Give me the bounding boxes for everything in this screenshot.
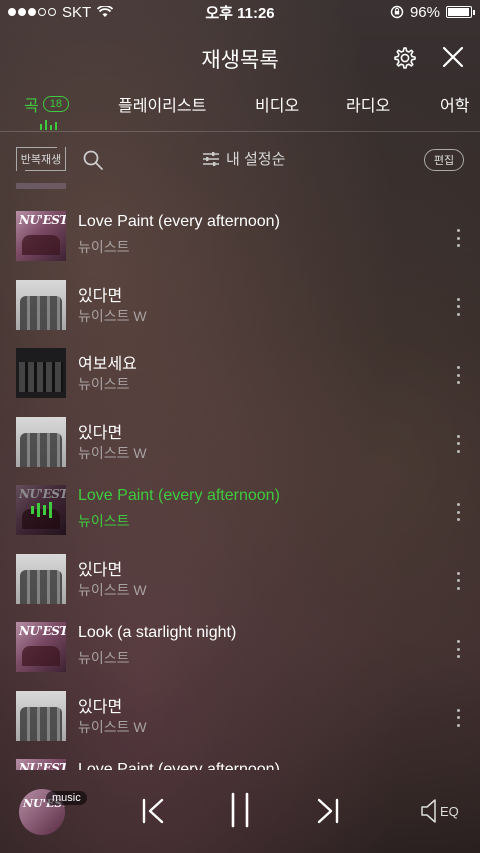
list-toolbar: 반복재생 내 설정순 편집 — [0, 143, 480, 177]
more-options-icon[interactable] — [455, 708, 461, 727]
song-count-badge: 18 — [42, 96, 69, 112]
sort-button[interactable]: 내 설정순 — [202, 148, 285, 169]
previous-track-icon[interactable] — [140, 797, 168, 825]
album-art-figure — [22, 235, 60, 255]
album-art-figure — [20, 295, 62, 330]
now-playing-indicator-icon — [40, 120, 57, 130]
song-artist: 뉴이스트 — [78, 376, 130, 392]
battery-percent: 96% — [409, 3, 440, 21]
category-tabs: 곡 18 플레이리스트 비디오 라디오 어학 — [0, 88, 480, 132]
speaker-icon — [421, 799, 436, 823]
more-options-icon[interactable] — [455, 434, 461, 453]
list-item[interactable]: 있다면뉴이스트 W — [0, 683, 480, 751]
song-artist: 뉴이스트 W — [78, 718, 147, 735]
eq-label: EQ — [440, 803, 459, 819]
song-artist: 뉴이스트 W — [78, 307, 147, 324]
list-item[interactable]: NU'EST Love Paint (every afternoon) 뉴이스트 — [0, 203, 480, 271]
mini-player: NU'EST music EQ — [0, 770, 480, 853]
song-title: 있다면 — [78, 424, 123, 442]
status-right: 96% — [390, 3, 475, 21]
album-art-figure — [20, 706, 62, 741]
more-options-icon[interactable] — [455, 229, 461, 247]
close-icon[interactable] — [441, 45, 465, 69]
search-icon[interactable] — [82, 149, 104, 171]
eq-button[interactable]: EQ — [420, 798, 459, 824]
next-track-icon[interactable] — [313, 797, 341, 825]
tab-videos[interactable]: 비디오 — [255, 92, 299, 116]
gear-icon[interactable] — [392, 45, 418, 71]
album-art-figure — [19, 362, 63, 392]
edit-button[interactable]: 편집 — [424, 149, 464, 171]
tab-playlists[interactable]: 플레이리스트 — [118, 92, 206, 116]
song-title: Love Paint (every afternoon) — [78, 761, 280, 770]
list-item[interactable]: NU'EST Love Paint (every afternoon) 뉴이스트 — [0, 477, 480, 545]
tab-songs[interactable]: 곡 18 — [24, 92, 69, 116]
album-art — [16, 279, 66, 330]
album-art — [16, 416, 66, 467]
more-options-icon[interactable] — [455, 297, 461, 316]
album-art-figure — [20, 432, 62, 467]
song-title: Love Paint (every afternoon) — [78, 487, 280, 504]
status-bar: SKT 오후 11:26 96% — [0, 0, 480, 24]
now-playing-icon — [16, 485, 66, 535]
rotation-lock-icon — [390, 5, 404, 19]
sort-label: 내 설정순 — [226, 151, 286, 168]
album-art: NU'EST — [16, 211, 66, 261]
song-title: 있다면 — [78, 287, 123, 305]
battery-icon — [446, 6, 475, 18]
list-item[interactable]: 여보세요뉴이스트 — [0, 340, 480, 408]
song-artist: 뉴이스트 — [78, 650, 130, 666]
song-artist: 뉴이스트 — [78, 513, 130, 529]
album-art-label: NU'EST — [19, 761, 66, 770]
tab-language[interactable]: 어학 — [440, 92, 469, 116]
repeat-button[interactable]: 반복재생 — [16, 147, 66, 171]
list-item[interactable]: 있다면뉴이스트 W — [0, 546, 480, 614]
album-art — [16, 690, 66, 741]
album-art: NU'EST — [16, 622, 66, 672]
song-title: Look (a starlight night) — [78, 624, 237, 641]
album-art — [16, 553, 66, 604]
song-title: 여보세요 — [78, 356, 137, 373]
music-pill: music — [46, 791, 87, 805]
album-art — [16, 348, 66, 398]
tab-radio[interactable]: 라디오 — [346, 92, 390, 116]
list-item[interactable]: 있다면뉴이스트 W — [0, 409, 480, 477]
song-title: Love Paint (every afternoon) — [78, 213, 280, 230]
album-art-figure — [22, 646, 60, 666]
more-options-icon[interactable] — [455, 366, 461, 384]
list-item[interactable]: NU'ESTLove Paint (every afternoon)뉴이스트 — [0, 751, 480, 770]
song-title: 있다면 — [78, 561, 123, 579]
song-list[interactable]: NU'EST Love Paint (every afternoon) 뉴이스트 있다… — [0, 183, 480, 770]
more-options-icon[interactable] — [455, 571, 461, 590]
header: 재생목록 — [0, 36, 480, 80]
album-art: NU'EST — [16, 485, 66, 535]
song-artist: 뉴이스트 W — [78, 444, 147, 461]
list-item[interactable]: 있다면뉴이스트 W — [0, 272, 480, 340]
album-art-label: NU'EST — [19, 624, 66, 638]
song-title: 있다면 — [78, 698, 123, 716]
list-item[interactable]: NU'EST Look (a starlight night) 뉴이스트 — [0, 614, 480, 682]
sliders-icon — [203, 151, 219, 166]
list-item-partial — [16, 183, 66, 189]
album-art: NU'EST — [16, 759, 66, 770]
album-art-label: NU'EST — [19, 213, 66, 227]
more-options-icon[interactable] — [455, 640, 461, 658]
pause-icon[interactable] — [228, 792, 252, 828]
song-artist: 뉴이스트 — [78, 239, 130, 255]
more-options-icon[interactable] — [455, 503, 461, 521]
album-art-figure — [20, 569, 62, 604]
song-artist: 뉴이스트 W — [78, 581, 147, 598]
tab-label: 곡 — [24, 98, 39, 115]
tabs-divider — [0, 131, 480, 132]
